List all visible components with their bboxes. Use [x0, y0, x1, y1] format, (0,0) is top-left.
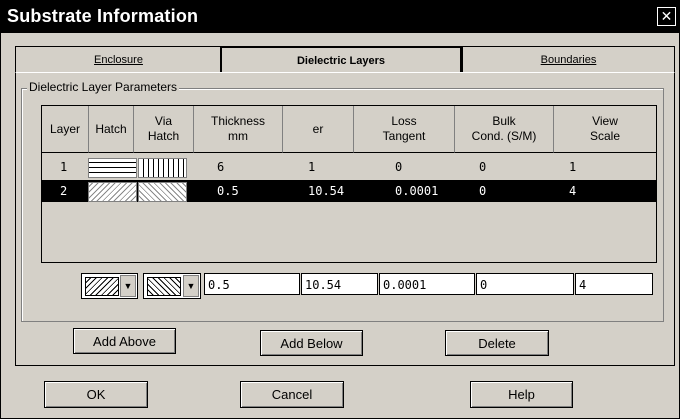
cell-loss-tangent: 0 — [395, 160, 403, 174]
hatch-select[interactable]: ▼ — [81, 273, 138, 299]
loss-tangent-input[interactable]: 0.0001 — [379, 273, 475, 295]
substrate-dialog: Substrate Information ✕ Enclosure Dielec… — [0, 0, 680, 419]
close-icon[interactable]: ✕ — [657, 7, 676, 26]
cell-loss-tangent: 0.0001 — [395, 184, 439, 198]
tab-boundaries[interactable]: Boundaries — [462, 46, 675, 73]
delete-button[interactable]: Delete — [445, 330, 549, 356]
chevron-down-icon[interactable]: ▼ — [183, 275, 199, 297]
col-header-loss-tangent[interactable]: Loss Tangent — [354, 106, 455, 153]
chevron-down-icon[interactable]: ▼ — [120, 275, 136, 297]
title-bar[interactable]: Substrate Information ✕ — [1, 1, 679, 33]
tab-enclosure[interactable]: Enclosure — [15, 46, 222, 73]
tab-dielectric-layers[interactable]: Dielectric Layers — [220, 46, 462, 75]
col-header-hatch[interactable]: Hatch — [89, 106, 134, 153]
help-button[interactable]: Help — [470, 381, 573, 408]
via-hatch-select[interactable]: ▼ — [143, 273, 201, 299]
table-body: 1 6 1 0 0 1 2 0.5 10.54 0.0001 0 4 — [42, 154, 656, 262]
hatch-swatch — [88, 158, 137, 178]
cell-er: 10.54 — [308, 184, 345, 198]
thickness-input[interactable]: 0.5 — [204, 273, 300, 295]
col-header-layer[interactable]: Layer — [42, 106, 89, 153]
col-header-view-scale[interactable]: View Scale — [554, 106, 656, 153]
cell-bulk-cond: 0 — [479, 160, 487, 174]
add-below-button[interactable]: Add Below — [260, 330, 363, 356]
via-hatch-swatch — [138, 158, 187, 178]
hatch-swatch — [85, 277, 119, 296]
table-row-selected[interactable]: 2 0.5 10.54 0.0001 0 4 — [42, 180, 656, 202]
via-hatch-swatch — [138, 182, 187, 202]
add-above-button[interactable]: Add Above — [73, 328, 176, 354]
tab-strip: Enclosure Dielectric Layers Boundaries — [15, 46, 675, 75]
cell-thickness: 6 — [217, 160, 225, 174]
cell-layer: 2 — [60, 184, 68, 198]
ok-button[interactable]: OK — [44, 381, 148, 408]
cell-thickness: 0.5 — [217, 184, 239, 198]
layers-table: Layer Hatch Via Hatch Thickness mm er Lo… — [41, 105, 657, 263]
cell-bulk-cond: 0 — [479, 184, 487, 198]
dialog-title: Substrate Information — [7, 6, 199, 26]
cell-er: 1 — [308, 160, 316, 174]
table-row[interactable]: 1 6 1 0 0 1 — [42, 156, 656, 178]
group-label: Dielectric Layer Parameters — [27, 80, 180, 94]
cell-layer: 1 — [60, 160, 68, 174]
er-input[interactable]: 10.54 — [301, 273, 378, 295]
col-header-er[interactable]: er — [283, 106, 354, 153]
cancel-button[interactable]: Cancel — [240, 381, 344, 408]
cell-view-scale: 4 — [569, 184, 577, 198]
bulk-cond-input[interactable]: 0 — [476, 273, 574, 295]
hatch-swatch — [88, 182, 137, 202]
via-hatch-swatch — [147, 277, 181, 296]
col-header-thickness[interactable]: Thickness mm — [194, 106, 283, 153]
col-header-bulk-cond[interactable]: Bulk Cond. (S/M) — [455, 106, 554, 153]
col-header-via-hatch[interactable]: Via Hatch — [134, 106, 194, 153]
cell-view-scale: 1 — [569, 160, 577, 174]
view-scale-input[interactable]: 4 — [575, 273, 653, 295]
